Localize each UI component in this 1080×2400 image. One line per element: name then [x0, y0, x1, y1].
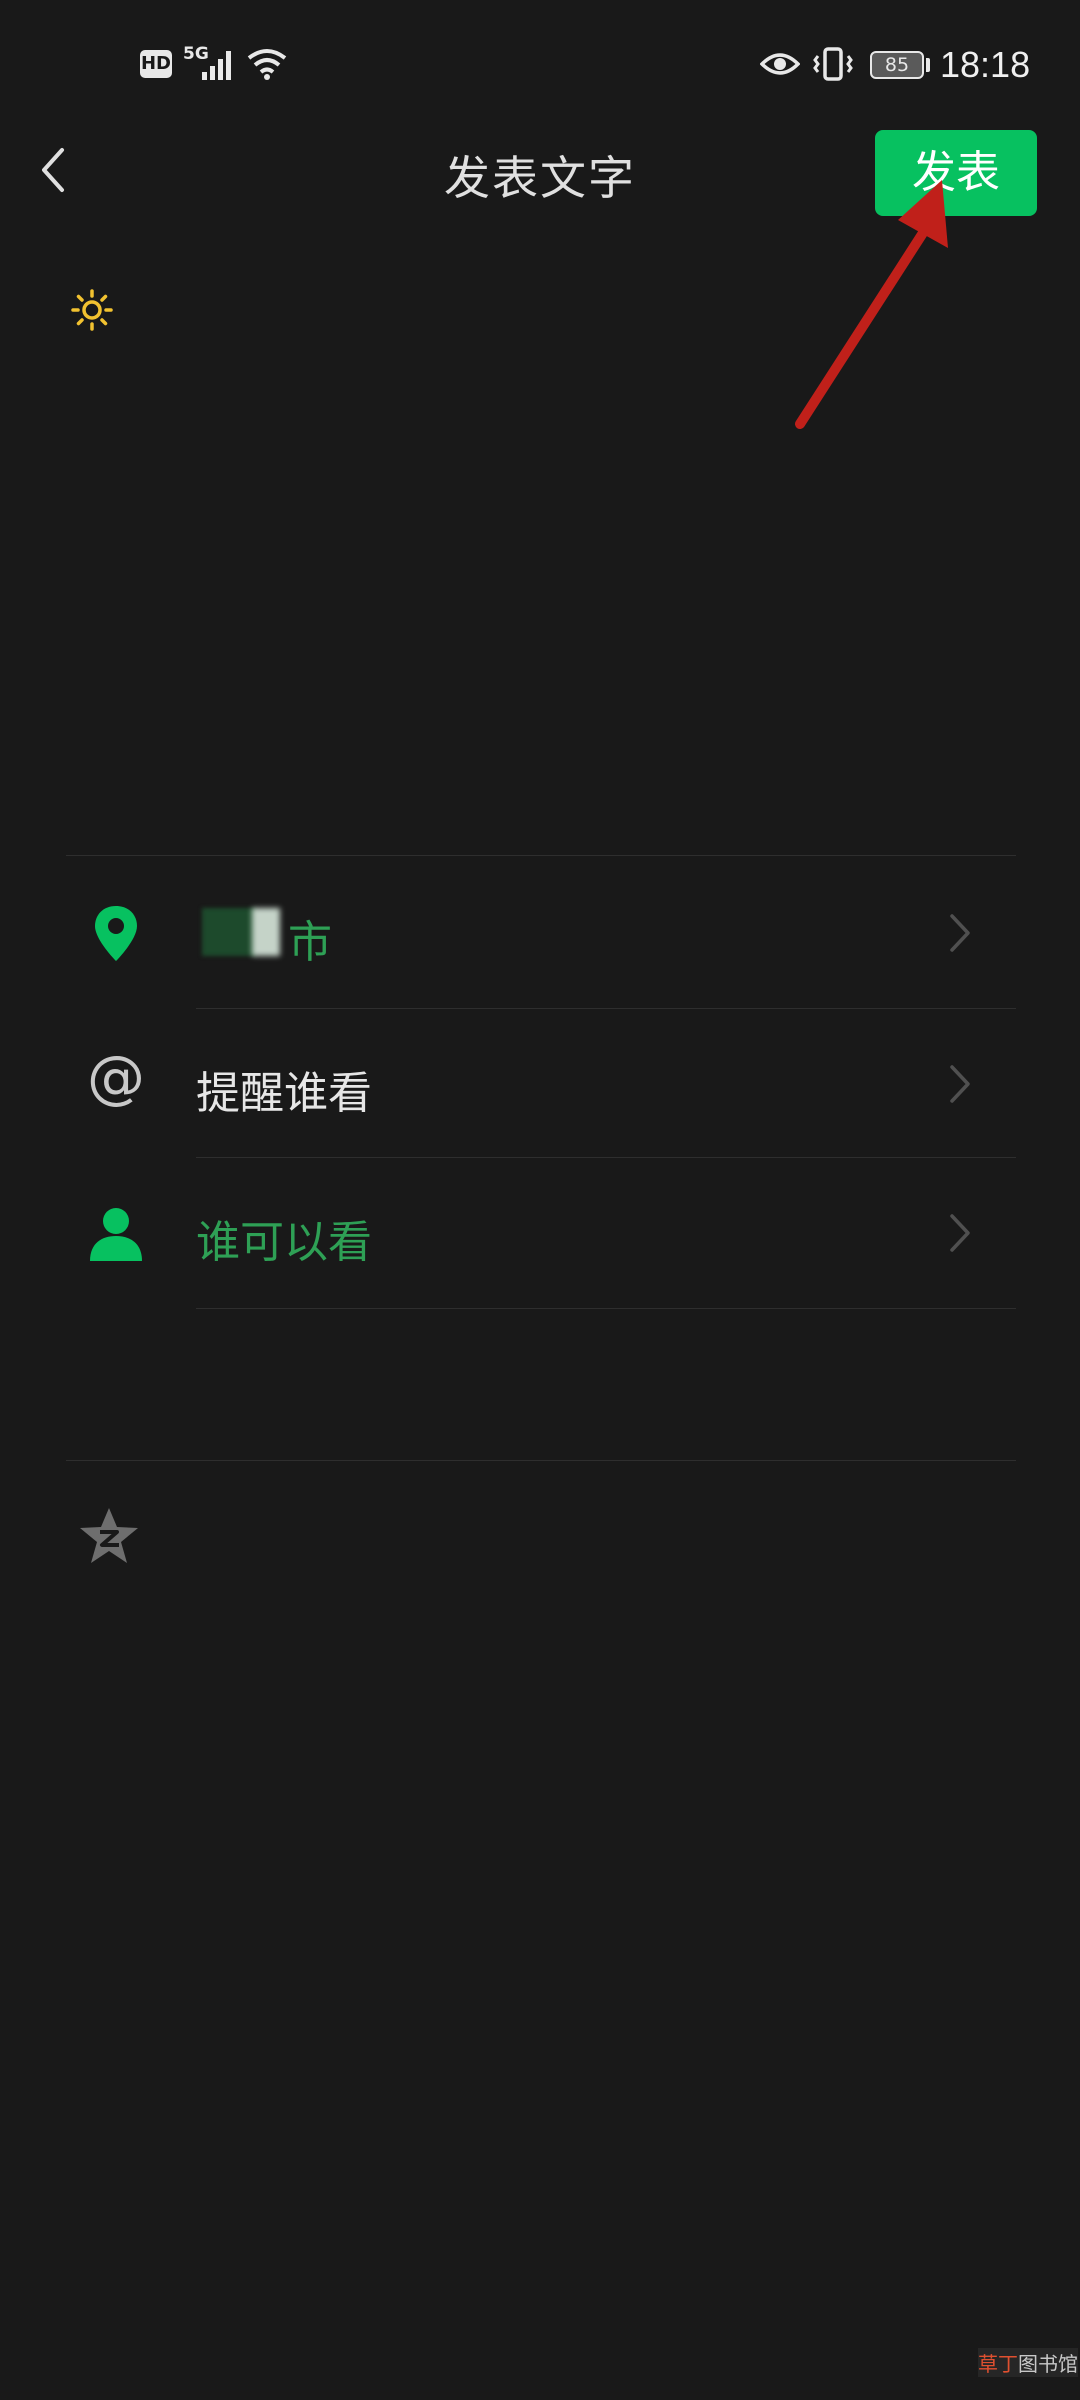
redacted-city-name [202, 908, 256, 956]
signal-strength-icon [202, 51, 231, 80]
status-time: 18:18 [940, 44, 1031, 85]
at-sign-icon: @ [87, 1043, 145, 1111]
location-label: 市 [288, 917, 332, 968]
vibrate-icon [813, 47, 853, 81]
chevron-right-icon [950, 1214, 970, 1252]
post-text-input[interactable] [60, 240, 1020, 820]
mention-row[interactable]: @ 提醒谁看 [66, 1009, 1016, 1159]
divider [196, 1308, 1016, 1309]
battery-icon: 85 [870, 51, 924, 79]
redacted-city-name-edge [252, 908, 280, 956]
status-bar: HD 5G 85 18:18 [0, 0, 1080, 130]
divider [66, 1460, 1016, 1461]
hd-voice-icon: HD [140, 50, 172, 78]
sun-emoji-icon [71, 289, 113, 331]
visibility-label: 谁可以看 [196, 1217, 372, 1268]
location-row[interactable]: 市 [66, 858, 1016, 1008]
person-icon [90, 1208, 142, 1261]
mention-label: 提醒谁看 [196, 1068, 372, 1119]
wifi-icon [247, 49, 287, 80]
battery-tip [926, 58, 930, 72]
watermark-part2: 图书馆 [1018, 2352, 1078, 2376]
watermark-part1: 草丁 [978, 2352, 1018, 2376]
watermark: 草丁图书馆 [978, 2348, 1078, 2377]
publish-button[interactable]: 发表 [875, 130, 1037, 216]
location-pin-icon [95, 906, 137, 961]
chevron-right-icon [950, 914, 970, 952]
chevron-right-icon [950, 1065, 970, 1103]
qzone-sync-icon[interactable] [78, 1505, 140, 1567]
divider [66, 855, 1016, 856]
visibility-row[interactable]: 谁可以看 [66, 1158, 1016, 1308]
eye-comfort-icon [760, 53, 800, 75]
